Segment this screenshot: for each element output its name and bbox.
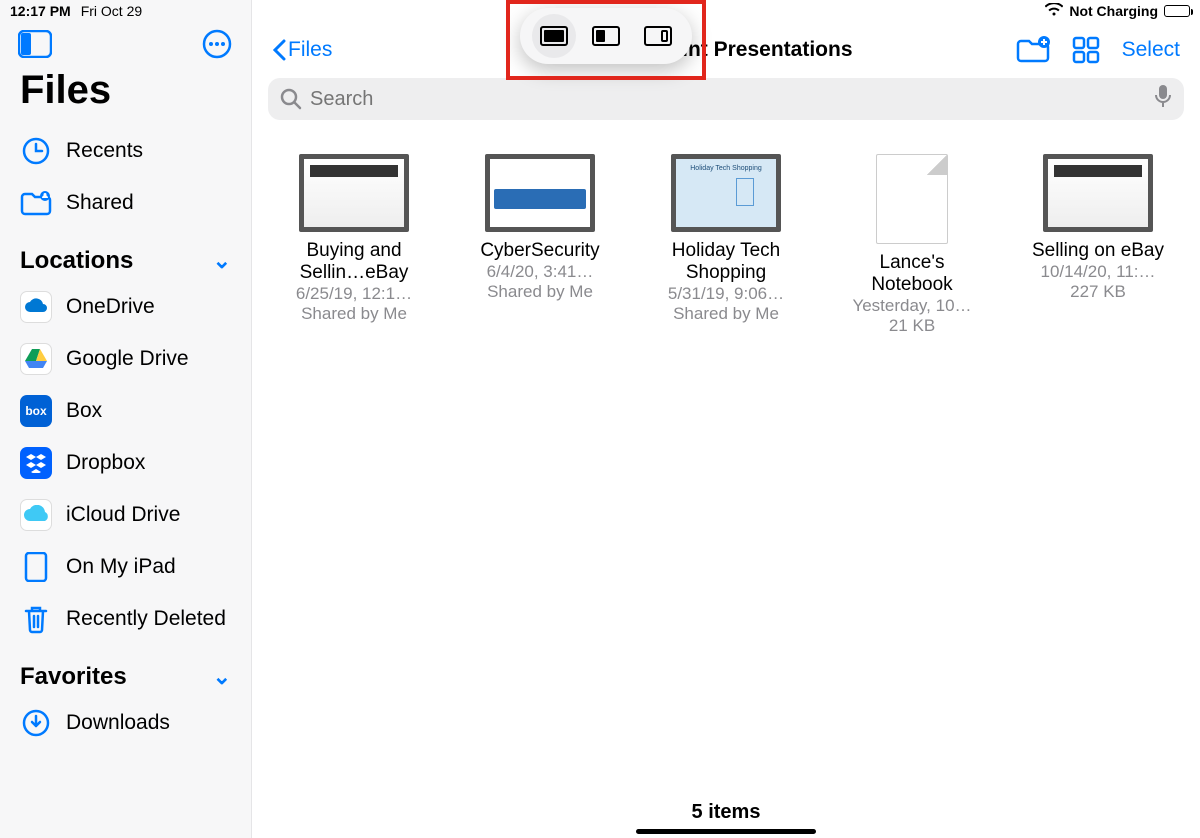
multitask-popup-wrap xyxy=(506,0,706,80)
sidebar-item-dropbox[interactable]: Dropbox xyxy=(0,437,251,489)
search-bar[interactable] xyxy=(268,78,1184,120)
favorites-header[interactable]: Favorites ⌄ xyxy=(0,645,251,697)
file-thumbnail xyxy=(299,154,409,232)
shared-folder-icon xyxy=(20,187,52,219)
file-thumbnail xyxy=(1043,154,1153,232)
file-date: 6/4/20, 3:41… xyxy=(470,262,610,282)
file-item[interactable]: Holiday Tech Shopping Holiday Tech Shopp… xyxy=(656,154,796,336)
back-button[interactable]: Files xyxy=(272,38,332,62)
sidebar-item-label: On My iPad xyxy=(66,555,176,579)
charging-status: Not Charging xyxy=(1069,3,1158,19)
more-icon[interactable] xyxy=(201,28,233,60)
file-date: 10/14/20, 11:… xyxy=(1028,262,1168,282)
file-sub: Shared by Me xyxy=(284,304,424,324)
slideover-button[interactable] xyxy=(636,14,680,58)
sidebar-item-shared[interactable]: Shared xyxy=(0,177,251,229)
sidebar-item-label: Recently Deleted xyxy=(66,607,226,631)
dropbox-icon xyxy=(20,447,52,479)
sidebar-item-onedrive[interactable]: OneDrive xyxy=(0,281,251,333)
sidebar-item-label: iCloud Drive xyxy=(66,503,180,527)
file-thumbnail xyxy=(876,154,948,244)
icloud-icon xyxy=(20,499,52,531)
sidebar-item-label: Dropbox xyxy=(66,451,145,475)
sidebar-item-label: OneDrive xyxy=(66,295,155,319)
file-grid: Buying and Sellin…eBay 6/25/19, 12:1… Sh… xyxy=(252,120,1200,336)
sidebar-item-label: Google Drive xyxy=(66,347,189,371)
fullscreen-icon xyxy=(540,26,568,46)
mic-icon[interactable] xyxy=(1154,84,1172,114)
search-input[interactable] xyxy=(310,88,1154,111)
file-date: 6/25/19, 12:1… xyxy=(284,284,424,304)
sidebar-item-icloud[interactable]: iCloud Drive xyxy=(0,489,251,541)
file-item[interactable]: CyberSecurity 6/4/20, 3:41… Shared by Me xyxy=(470,154,610,336)
sidebar-item-recentlydeleted[interactable]: Recently Deleted xyxy=(0,593,251,645)
navbar: Files erPoint Presentations Select xyxy=(252,28,1200,72)
status-date: Fri Oct 29 xyxy=(81,3,142,19)
file-thumbnail: Holiday Tech Shopping xyxy=(671,154,781,232)
splitview-button[interactable] xyxy=(584,14,628,58)
select-button[interactable]: Select xyxy=(1122,38,1180,62)
chevron-down-icon: ⌄ xyxy=(213,664,231,690)
locations-header[interactable]: Locations ⌄ xyxy=(0,229,251,281)
file-thumbnail xyxy=(485,154,595,232)
sidebar-item-label: Downloads xyxy=(66,711,170,735)
file-date: Yesterday, 10… xyxy=(842,296,982,316)
file-sub: 227 KB xyxy=(1028,282,1168,302)
status-time: 12:17 PM xyxy=(10,3,71,19)
search-icon xyxy=(280,88,302,110)
sidebar-item-recents[interactable]: Recents xyxy=(0,125,251,177)
battery-icon xyxy=(1164,5,1190,17)
multitask-popup xyxy=(520,8,692,64)
fullscreen-button[interactable] xyxy=(532,14,576,58)
view-options-button[interactable] xyxy=(1072,36,1100,64)
main-content: Files erPoint Presentations Select xyxy=(252,0,1200,838)
trash-icon xyxy=(20,603,52,635)
chevron-down-icon: ⌄ xyxy=(213,248,231,274)
sidebar-item-googledrive[interactable]: Google Drive xyxy=(0,333,251,385)
file-date: 5/31/19, 9:06… xyxy=(656,284,796,304)
chevron-left-icon xyxy=(272,39,286,61)
file-sub: 21 KB xyxy=(842,316,982,336)
file-sub: Shared by Me xyxy=(470,282,610,302)
file-name: Buying and Sellin…eBay xyxy=(284,240,424,284)
sidebar-item-box[interactable]: box Box xyxy=(0,385,251,437)
item-count: 5 items xyxy=(252,801,1200,824)
home-indicator[interactable] xyxy=(636,829,816,834)
downloads-icon xyxy=(20,707,52,739)
sidebar-item-label: Shared xyxy=(66,191,134,215)
sidebar: Files Recents Shared Locations ⌄ OneDriv… xyxy=(0,0,252,838)
slideover-icon xyxy=(644,26,672,46)
file-name: Holiday Tech Shopping xyxy=(656,240,796,284)
file-item[interactable]: Selling on eBay 10/14/20, 11:… 227 KB xyxy=(1028,154,1168,336)
sidebar-item-label: Box xyxy=(66,399,102,423)
new-folder-button[interactable] xyxy=(1016,36,1050,64)
googledrive-icon xyxy=(20,343,52,375)
file-name: CyberSecurity xyxy=(470,240,610,262)
sidebar-title: Files xyxy=(0,64,251,125)
ipad-icon xyxy=(20,551,52,583)
wifi-icon xyxy=(1045,3,1063,20)
sidebar-item-label: Recents xyxy=(66,139,143,163)
onedrive-icon xyxy=(20,291,52,323)
file-sub: Shared by Me xyxy=(656,304,796,324)
file-item[interactable]: Buying and Sellin…eBay 6/25/19, 12:1… Sh… xyxy=(284,154,424,336)
splitview-icon xyxy=(592,26,620,46)
sidebar-item-onmyipad[interactable]: On My iPad xyxy=(0,541,251,593)
sidebar-toggle-icon[interactable] xyxy=(18,30,52,58)
file-name: Lance's Notebook xyxy=(842,252,982,296)
file-item[interactable]: Lance's Notebook Yesterday, 10… 21 KB xyxy=(842,154,982,336)
box-icon: box xyxy=(20,395,52,427)
sidebar-item-downloads[interactable]: Downloads xyxy=(0,697,251,749)
file-name: Selling on eBay xyxy=(1028,240,1168,262)
clock-icon xyxy=(20,135,52,167)
